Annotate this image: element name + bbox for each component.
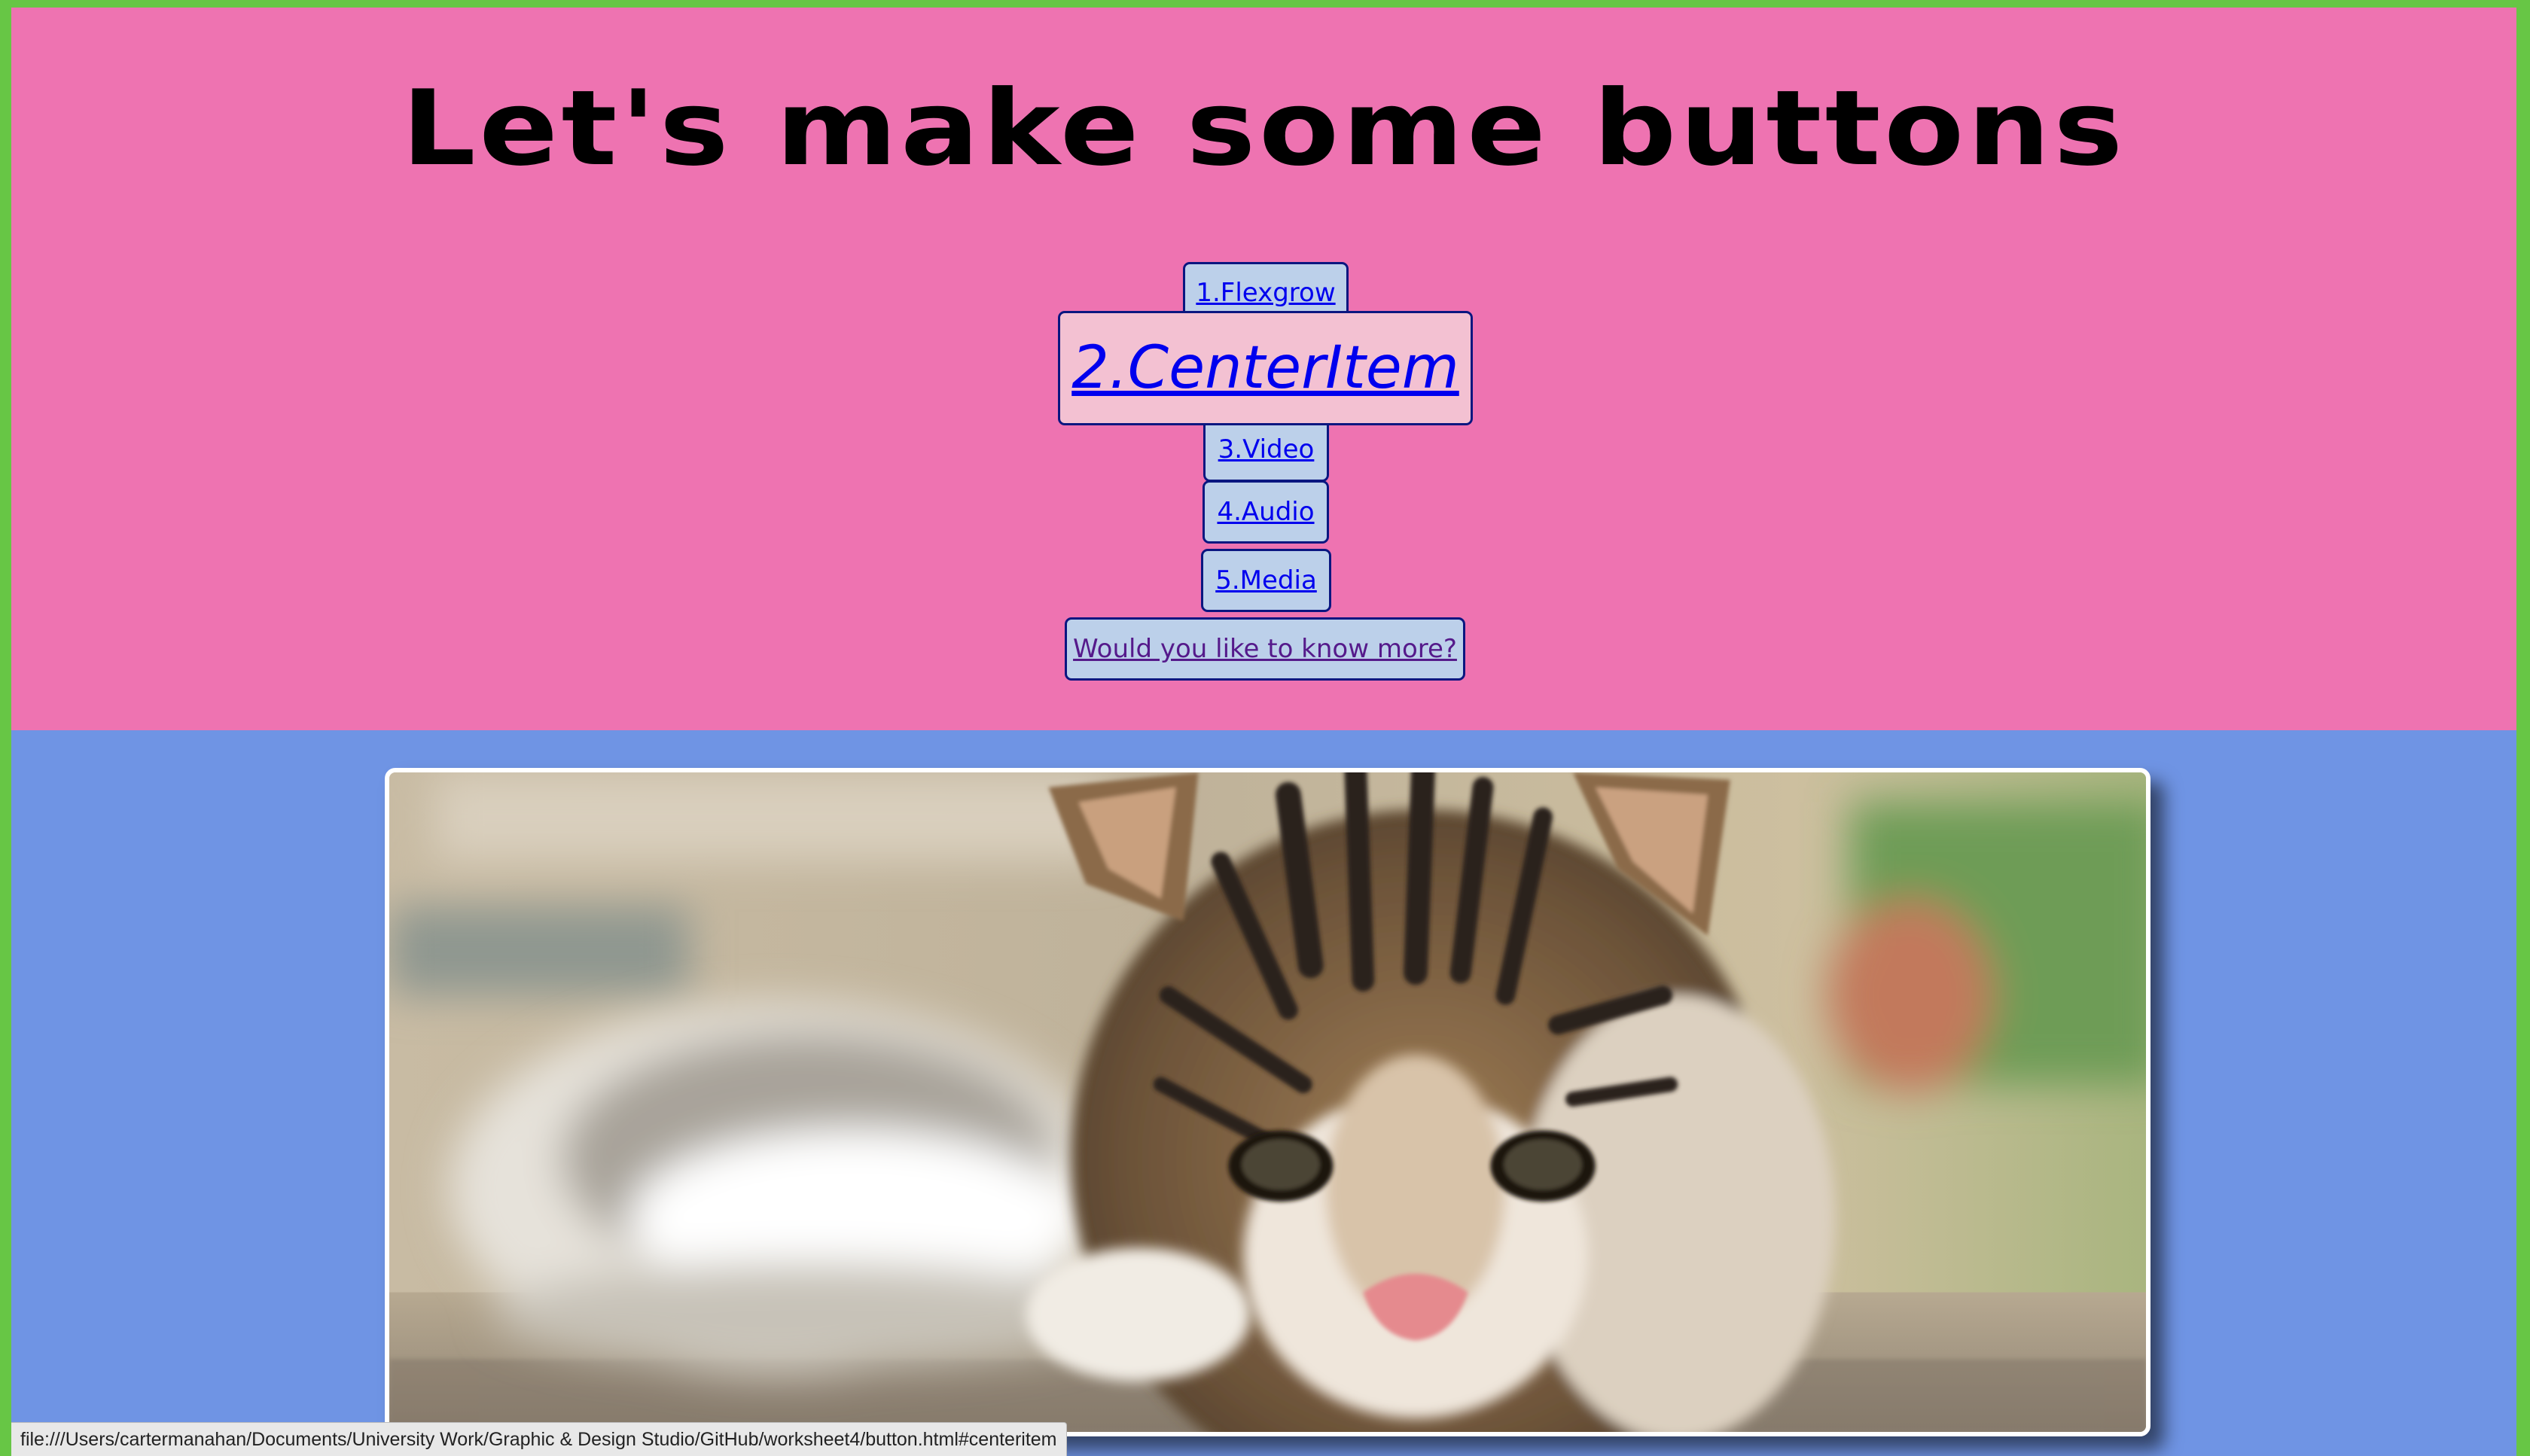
audio-button[interactable]: 4.Audio	[1203, 480, 1329, 544]
header-section: Let's make some buttons 1.Flexgrow 2.Cen…	[11, 8, 2516, 730]
main-section	[11, 730, 2516, 1456]
centeritem-button[interactable]: 2.CenterItem	[1058, 311, 1473, 425]
kitten-photo	[385, 768, 2150, 1436]
page-title: Let's make some buttons	[401, 68, 2126, 189]
status-bar-url: file:///Users/cartermanahan/Documents/Un…	[11, 1422, 1067, 1456]
kitten-image	[389, 772, 2146, 1432]
page-frame: Let's make some buttons 1.Flexgrow 2.Cen…	[11, 8, 2516, 1456]
video-button[interactable]: 3.Video	[1203, 416, 1329, 482]
media-button[interactable]: 5.Media	[1201, 549, 1331, 612]
know-more-button[interactable]: Would you like to know more?	[1065, 617, 1465, 681]
